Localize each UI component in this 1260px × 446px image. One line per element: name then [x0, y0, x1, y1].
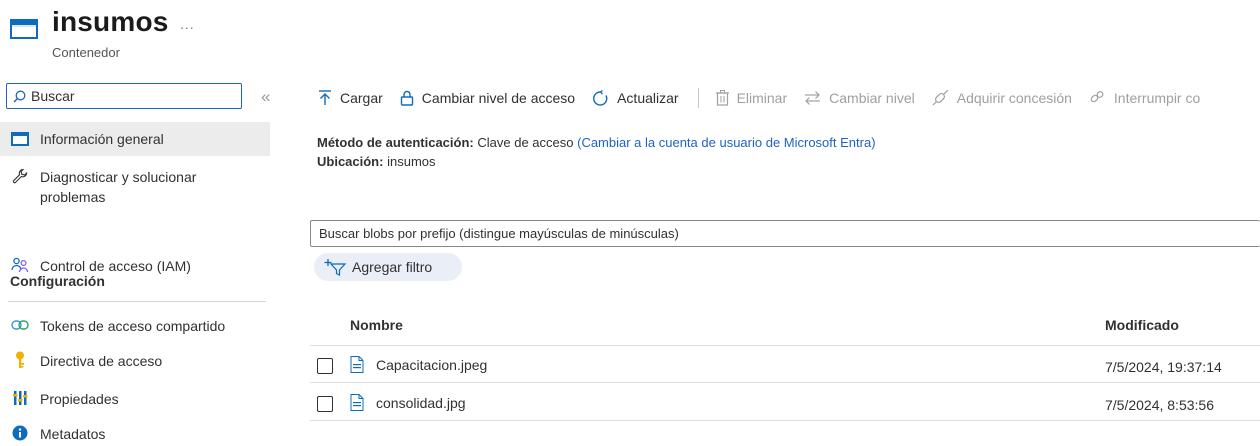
delete-label: Eliminar — [736, 90, 788, 106]
sidebar-item-diagnosticar[interactable]: Diagnosticar y solucionar problemas — [0, 167, 270, 207]
sidebar-item-label: Diagnosticar y solucionar problemas — [40, 169, 197, 205]
container-icon — [10, 18, 38, 40]
auth-method-label: Método de autenticación: — [317, 135, 474, 150]
file-icon — [350, 356, 364, 373]
page-title: insumos — [52, 6, 169, 37]
row-divider — [310, 420, 1260, 421]
location-line: Ubicación: insumos — [317, 154, 436, 169]
acquire-lease-button[interactable]: Adquirir concesión — [932, 90, 1072, 106]
collapse-sidebar-button[interactable]: « — [261, 87, 270, 107]
column-header-nombre[interactable]: Nombre — [350, 317, 403, 333]
people-icon — [10, 256, 30, 274]
location-label: Ubicación: — [317, 154, 384, 169]
add-filter-button[interactable]: Agregar filtro — [314, 253, 462, 281]
refresh-button[interactable]: Actualizar — [592, 89, 679, 107]
section-header-configuracion: Configuración — [10, 273, 105, 289]
upload-icon — [319, 90, 331, 105]
properties-icon — [10, 389, 30, 407]
sidebar-item-directiva[interactable]: Directiva de acceso — [0, 351, 270, 371]
trash-icon — [715, 90, 729, 106]
add-filter-icon — [324, 259, 346, 276]
upload-button[interactable]: Cargar — [318, 90, 383, 106]
sidebar-search-input[interactable] — [31, 88, 231, 104]
section-divider — [8, 301, 266, 302]
table-row-file[interactable]: consolidad.jpg — [350, 394, 466, 411]
file-icon — [350, 394, 364, 411]
blob-search-box[interactable] — [310, 220, 1260, 247]
break-lease-button[interactable]: Interrumpir co — [1089, 90, 1200, 106]
file-name: Capacitacion.jpeg — [376, 356, 488, 373]
sidebar-item-label: Directiva de acceso — [40, 353, 163, 369]
row-divider — [310, 382, 1260, 383]
break-lease-icon — [1090, 91, 1104, 103]
break-lease-label: Interrumpir co — [1113, 90, 1201, 106]
upload-label: Cargar — [340, 90, 383, 106]
sidebar-item-label: Metadatos — [40, 426, 106, 442]
location-value: insumos — [387, 154, 436, 169]
swap-icon — [805, 91, 821, 105]
file-name: consolidad.jpg — [376, 394, 466, 411]
info-icon — [10, 424, 30, 442]
change-access-level-button[interactable]: Cambiar nivel de acceso — [400, 90, 575, 106]
key-icon — [10, 351, 30, 369]
row-checkbox[interactable] — [317, 358, 333, 374]
add-filter-label: Agregar filtro — [352, 259, 433, 275]
wrench-icon — [10, 167, 30, 185]
acquire-lease-label: Adquirir concesión — [956, 90, 1072, 106]
table-row-file[interactable]: Capacitacion.jpeg — [350, 356, 487, 373]
overview-icon — [10, 130, 30, 148]
change-tier-button[interactable]: Cambiar nivel — [804, 90, 915, 106]
toolbar-separator — [697, 88, 699, 108]
table-header-divider — [310, 345, 1260, 346]
change-tier-label: Cambiar nivel — [829, 90, 915, 106]
sidebar-item-metadatos[interactable]: Metadatos — [0, 424, 270, 444]
column-header-modificado[interactable]: Modificado — [1105, 317, 1179, 333]
more-options-button[interactable]: ... — [180, 16, 195, 32]
sidebar-search[interactable] — [6, 83, 242, 109]
refresh-label: Actualizar — [617, 90, 679, 106]
modified-date: 7/5/2024, 8:53:56 — [1105, 397, 1214, 413]
switch-auth-link[interactable]: (Cambiar a la cuenta de usuario de Micro… — [577, 135, 875, 150]
blob-search-input[interactable] — [311, 221, 1260, 246]
link-icon — [10, 316, 30, 334]
row-checkbox[interactable] — [317, 396, 333, 412]
sidebar-item-informacion-general[interactable]: Información general — [0, 122, 270, 156]
delete-button[interactable]: Eliminar — [715, 90, 788, 106]
sidebar-item-label: Propiedades — [40, 391, 119, 407]
sidebar-item-propiedades[interactable]: Propiedades — [0, 389, 270, 409]
page-subtitle: Contenedor — [52, 45, 120, 60]
refresh-icon — [593, 89, 608, 106]
command-bar: Cargar Cambiar nivel de acceso Actualiza… — [318, 88, 1217, 108]
search-icon — [13, 90, 26, 102]
sidebar-item-tokens[interactable]: Tokens de acceso compartido — [0, 316, 270, 336]
auth-method-value: Clave de acceso — [477, 135, 574, 150]
change-access-level-label: Cambiar nivel de acceso — [421, 90, 576, 106]
modified-date: 7/5/2024, 19:37:14 — [1105, 359, 1222, 375]
sidebar-item-label: Tokens de acceso compartido — [40, 318, 226, 334]
auth-method-line: Método de autenticación: Clave de acceso… — [317, 135, 876, 150]
sidebar-item-label: Información general — [40, 131, 164, 147]
lease-icon — [932, 90, 949, 106]
lock-icon — [400, 90, 413, 106]
